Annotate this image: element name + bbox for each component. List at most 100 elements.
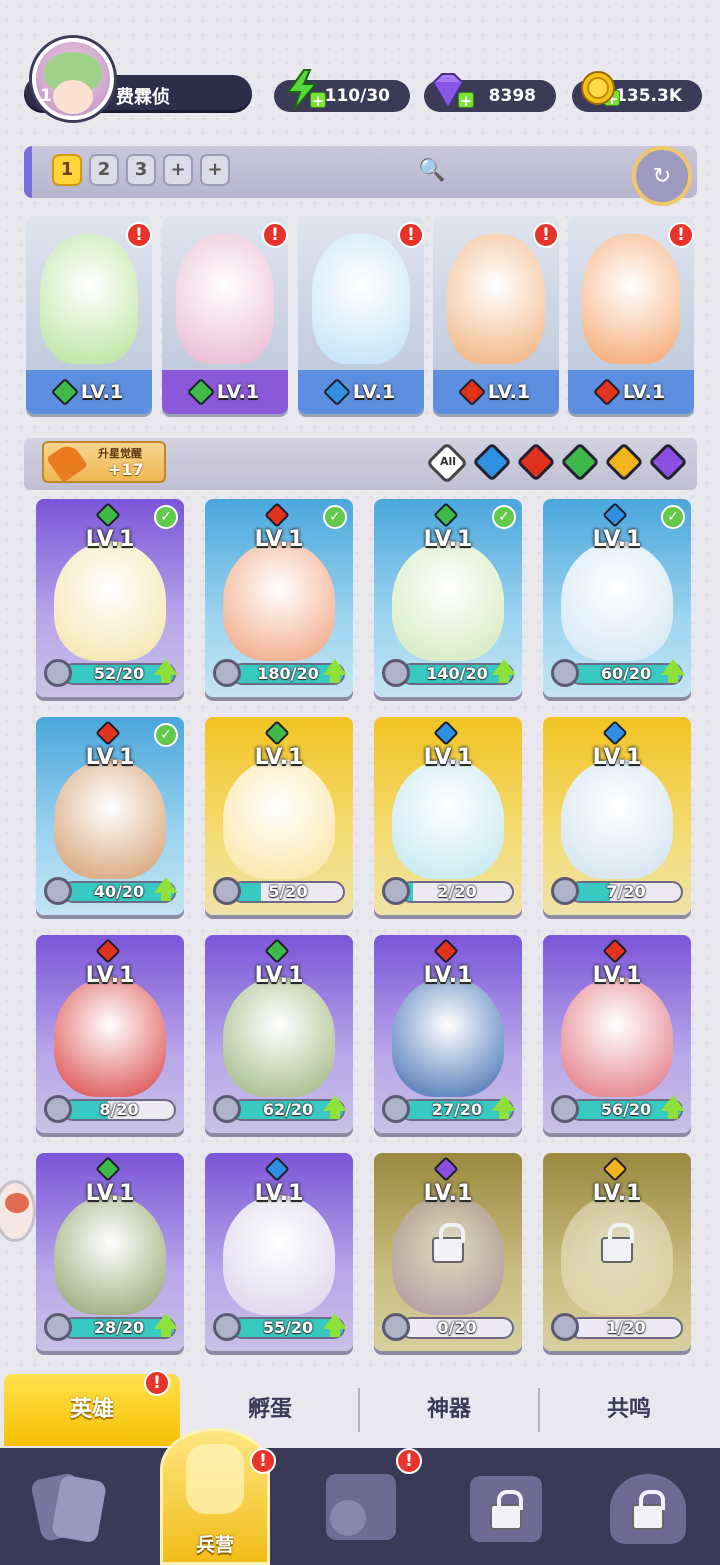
player-avatar[interactable]	[32, 38, 114, 120]
hero-card[interactable]: LV.1 62/20	[205, 935, 353, 1133]
hero-portrait	[561, 977, 673, 1097]
hero-level: LV.1	[423, 963, 473, 988]
hero-level: LV.1	[254, 527, 304, 552]
hero-card[interactable]: LV.1 ✓ 52/20	[36, 499, 184, 697]
upgrade-arrow-icon	[154, 659, 178, 683]
nav-barracks-alert: !	[250, 1448, 276, 1474]
hero-portrait	[223, 977, 335, 1097]
team-slot-add-2[interactable]: +	[200, 154, 230, 186]
hero-portrait	[223, 759, 335, 879]
tab-artifacts[interactable]: 神器	[360, 1374, 538, 1446]
element-gem-icon	[50, 377, 80, 407]
team-bar	[24, 146, 697, 198]
nav-locked-shop[interactable]	[464, 1470, 544, 1550]
team-hero-alert: !	[533, 222, 559, 248]
energy-value: 110/30	[324, 86, 390, 106]
shard-count: 7/20	[606, 882, 646, 901]
hero-portrait	[54, 759, 166, 879]
awaken-count: +17	[108, 460, 144, 479]
hero-portrait	[223, 1195, 335, 1315]
hero-card[interactable]: LV.1 ✓ 60/20	[543, 499, 691, 697]
shard-progress-bar: 8/20	[62, 1099, 176, 1121]
switch-team-icon[interactable]: ↻	[632, 146, 692, 206]
element-gem-icon	[95, 502, 121, 528]
search-icon[interactable]: 🔍	[418, 158, 445, 183]
team-slot-1[interactable]: 1	[52, 154, 82, 186]
nav-cards[interactable]	[30, 1470, 110, 1550]
shard-icon	[382, 1313, 410, 1341]
hero-card[interactable]: LV.1 0/20	[374, 1153, 522, 1351]
element-gem-icon	[433, 502, 459, 528]
hero-level: LV.1	[85, 745, 135, 770]
shard-icon	[44, 877, 72, 905]
hero-level: LV.1	[423, 1181, 473, 1206]
element-gem-icon	[322, 377, 352, 407]
team-hero-level: LV.1	[622, 381, 666, 403]
hero-card[interactable]: LV.1 ✓ 140/20	[374, 499, 522, 697]
owned-check-icon: ✓	[661, 505, 685, 529]
hero-level: LV.1	[592, 745, 642, 770]
team-hero-level: LV.1	[80, 381, 124, 403]
element-gem-icon	[602, 720, 628, 746]
hero-card[interactable]: LV.1 ✓ 40/20	[36, 717, 184, 915]
shard-progress-bar: 5/20	[231, 881, 345, 903]
hero-card[interactable]: LV.1 1/20	[543, 1153, 691, 1351]
hero-level: LV.1	[254, 745, 304, 770]
nav-adventure[interactable]	[320, 1470, 400, 1550]
hero-card[interactable]: LV.1 55/20	[205, 1153, 353, 1351]
hero-portrait	[392, 759, 504, 879]
awaken-label: 升星觉醒	[98, 447, 142, 460]
team-hero-footer: LV.1	[568, 370, 694, 414]
owned-check-icon: ✓	[323, 505, 347, 529]
team-hero-footer: LV.1	[162, 370, 288, 414]
hero-portrait	[54, 541, 166, 661]
team-slot-2[interactable]: 2	[89, 154, 119, 186]
shard-icon	[44, 1095, 72, 1123]
nav-locked-guild[interactable]	[606, 1470, 686, 1550]
nav-adventure-alert: !	[396, 1448, 422, 1474]
hero-card[interactable]: LV.1 2/20	[374, 717, 522, 915]
hero-card[interactable]: LV.1 7/20	[543, 717, 691, 915]
diamond-icon	[432, 73, 464, 108]
tab-resonance[interactable]: 共鸣	[540, 1374, 718, 1446]
hero-card[interactable]: LV.1 28/20	[36, 1153, 184, 1351]
hero-card[interactable]: LV.1 8/20	[36, 935, 184, 1133]
team-hero-level: LV.1	[487, 381, 531, 403]
shard-count: 2/20	[437, 882, 477, 901]
filter-all-label: All	[439, 455, 457, 468]
hero-portrait	[561, 541, 673, 661]
element-gem-icon	[95, 720, 121, 746]
shard-count: 0/20	[437, 1318, 477, 1337]
hero-card[interactable]: LV.1 ✓ 180/20	[205, 499, 353, 697]
hero-portrait	[447, 234, 545, 364]
team-slot-3[interactable]: 3	[126, 154, 156, 186]
upgrade-arrow-icon	[661, 659, 685, 683]
team-hero-alert: !	[126, 222, 152, 248]
shard-icon	[213, 877, 241, 905]
upgrade-arrow-icon	[323, 1313, 347, 1337]
shard-progress-bar: 7/20	[569, 881, 683, 903]
team-hero-level: LV.1	[352, 381, 396, 403]
element-gem-icon	[592, 377, 622, 407]
hero-card[interactable]: LV.1 27/20	[374, 935, 522, 1133]
hero-level: LV.1	[592, 963, 642, 988]
element-gem-icon	[602, 502, 628, 528]
barracks-icon	[186, 1444, 244, 1514]
hero-card[interactable]: LV.1 56/20	[543, 935, 691, 1133]
player-name: 费霖侦	[116, 87, 170, 108]
element-gem-icon	[602, 1156, 628, 1182]
element-gem-icon	[264, 502, 290, 528]
team-hero-alert: !	[262, 222, 288, 248]
coin-icon	[581, 71, 615, 105]
element-gem-icon	[186, 377, 216, 407]
lock-icon	[490, 1490, 523, 1530]
upgrade-arrow-icon	[492, 1095, 516, 1119]
owned-check-icon: ✓	[154, 723, 178, 747]
element-gem-icon	[602, 938, 628, 964]
element-gem-icon	[433, 1156, 459, 1182]
hero-card[interactable]: LV.1 5/20	[205, 717, 353, 915]
team-hero-footer: LV.1	[298, 370, 424, 414]
upgrade-arrow-icon	[323, 1095, 347, 1119]
shard-icon	[551, 1313, 579, 1341]
team-slot-add-1[interactable]: +	[163, 154, 193, 186]
